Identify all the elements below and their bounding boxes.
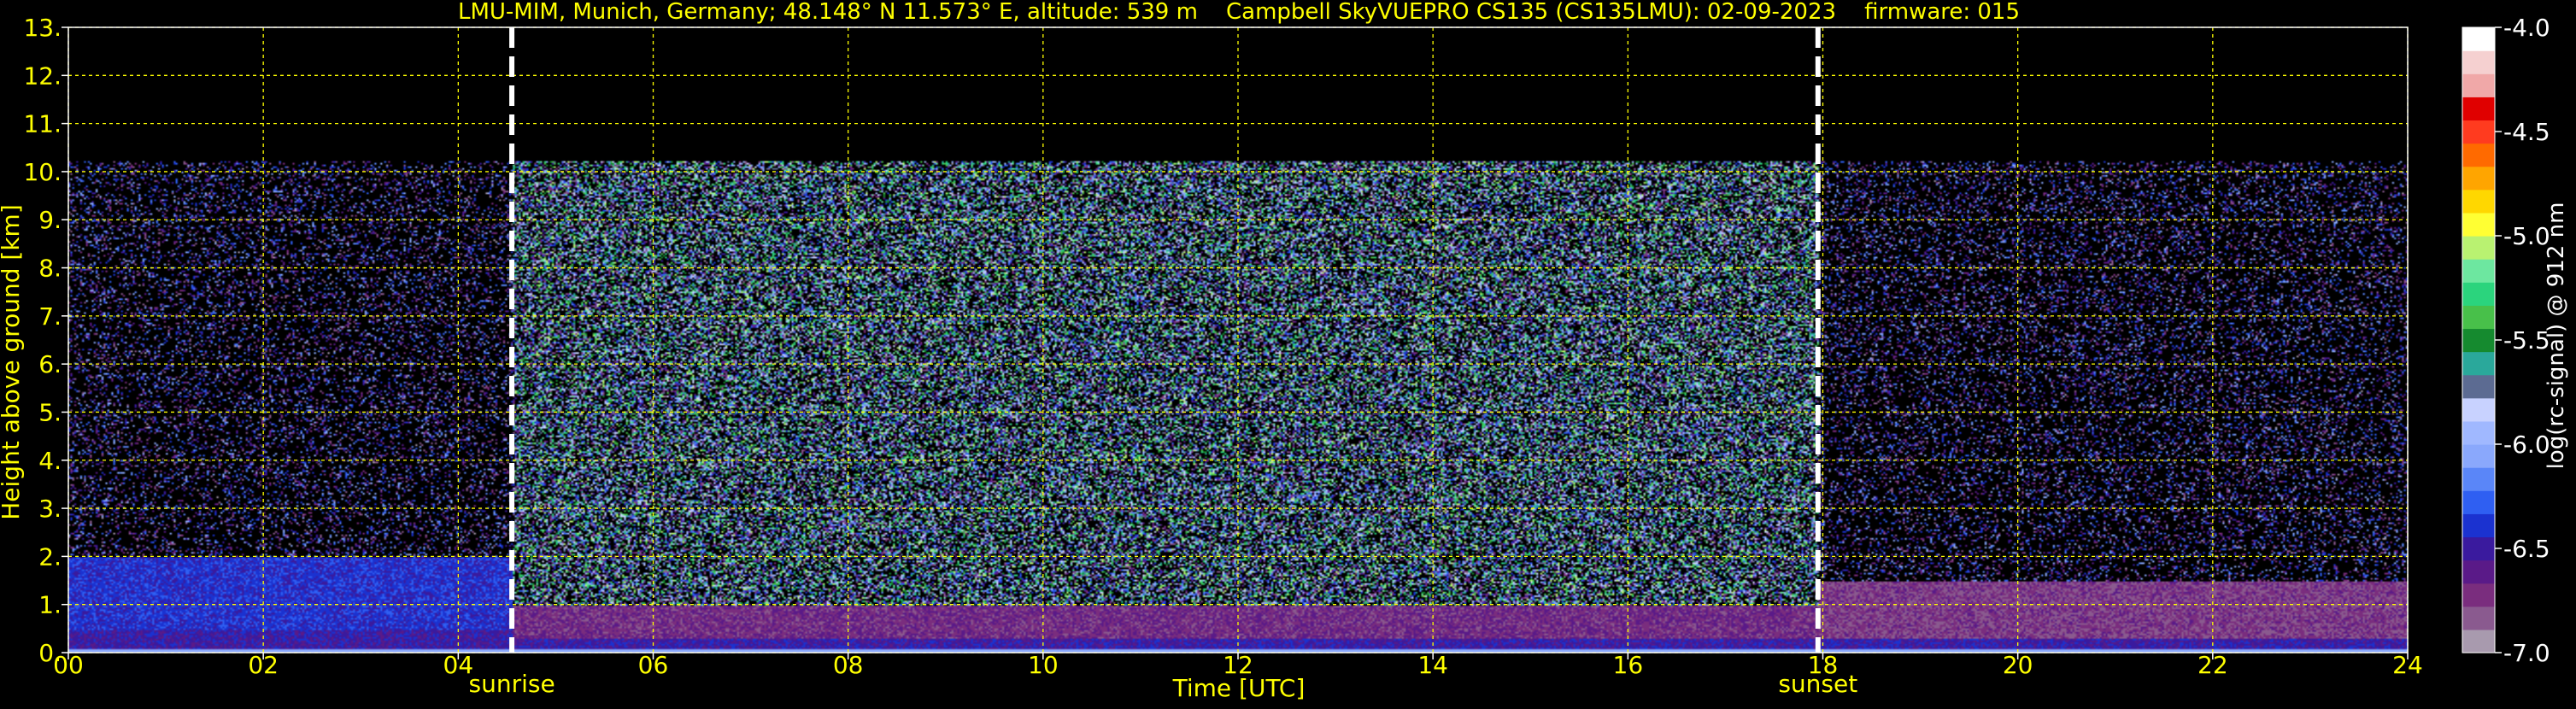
colorbar-segment — [2462, 467, 2495, 491]
colorbar-segment — [2462, 606, 2495, 630]
colorbar-segment — [2462, 560, 2495, 584]
colorbar-segment — [2462, 143, 2495, 167]
colorbar-segment — [2462, 73, 2495, 97]
colorbar-tick-label: -4.5 — [2503, 118, 2550, 146]
colorbar-segment — [2462, 212, 2495, 237]
plot-area — [68, 27, 2408, 653]
x-tick-label: 10 — [1028, 651, 1059, 679]
colorbar-segment — [2462, 282, 2495, 306]
colorbar-segment — [2462, 397, 2495, 422]
event-label-sunrise: sunrise — [468, 670, 555, 698]
colorbar-segment — [2462, 583, 2495, 607]
y-tick-label: 0. — [38, 639, 62, 667]
y-axis-label: Height above ground [km] — [0, 204, 25, 520]
ceilometer-chart: sunrise sunset 00 02 04 06 08 10 12 14 16 18 20 22 24… — [0, 0, 2576, 706]
x-tick-label: 06 — [638, 651, 669, 679]
y-tick-label: 10. — [23, 158, 62, 186]
colorbar-segment — [2462, 97, 2495, 121]
y-tick-label: 7. — [38, 302, 62, 331]
colorbar-segment — [2462, 536, 2495, 561]
y-tick-label: 4. — [38, 447, 62, 475]
colorbar-segment — [2462, 328, 2495, 353]
y-tick-label: 13. — [23, 14, 62, 42]
colorbar-segment — [2462, 420, 2495, 445]
x-tick-label: 20 — [2003, 651, 2033, 679]
chart-title: LMU-MIM, Munich, Germany; 48.148° N 11.5… — [458, 0, 2020, 25]
x-tick-label: 14 — [1417, 651, 1448, 679]
colorbar-segment — [2462, 305, 2495, 330]
y-tick-label: 5. — [38, 398, 62, 426]
colorbar-segment — [2462, 120, 2495, 144]
x-tick-label: 16 — [1613, 651, 1644, 679]
colorbar-segment — [2462, 236, 2495, 260]
y-tick-label: 9. — [38, 206, 62, 234]
x-axis-label: Time [UTC] — [1172, 674, 1306, 702]
colorbar-segment — [2462, 374, 2495, 399]
x-tick-label: 22 — [2198, 651, 2228, 679]
colorbar-tick-label: -4.0 — [2503, 14, 2550, 42]
colorbar-label: log(rc-signal) @ 912 nm — [2544, 202, 2569, 470]
colorbar-segment — [2462, 189, 2495, 214]
colorbar-segment — [2462, 259, 2495, 283]
colorbar-tick-label: -6.5 — [2503, 535, 2550, 563]
chart-svg: sunrise sunset 00 02 04 06 08 10 12 14 16 18 20 22 24… — [0, 0, 2576, 706]
colorbar-tick-label: -7.0 — [2503, 639, 2550, 667]
y-tick-label: 6. — [38, 350, 62, 378]
colorbar-segment — [2462, 513, 2495, 538]
x-tick-label: 08 — [833, 651, 864, 679]
colorbar-segment — [2462, 27, 2495, 51]
colorbar-segment — [2462, 629, 2495, 653]
colorbar-segment — [2462, 351, 2495, 376]
y-tick-label: 11. — [23, 110, 62, 138]
y-tick-label: 12. — [23, 62, 62, 90]
y-tick-label: 3. — [38, 495, 62, 523]
y-tick-label: 8. — [38, 255, 62, 283]
backscatter-image — [68, 27, 2408, 653]
colorbar-segment — [2462, 166, 2495, 190]
x-tick-label: 02 — [248, 651, 279, 679]
y-tick-label: 2. — [38, 542, 62, 571]
colorbar-segment — [2462, 50, 2495, 74]
y-tick-label: 1. — [38, 591, 62, 619]
colorbar-segment — [2462, 490, 2495, 514]
x-tick-label: 18 — [1808, 651, 1839, 679]
x-tick-label: 24 — [2392, 651, 2423, 679]
x-tick-label: 04 — [443, 651, 474, 679]
colorbar-segment — [2462, 444, 2495, 468]
